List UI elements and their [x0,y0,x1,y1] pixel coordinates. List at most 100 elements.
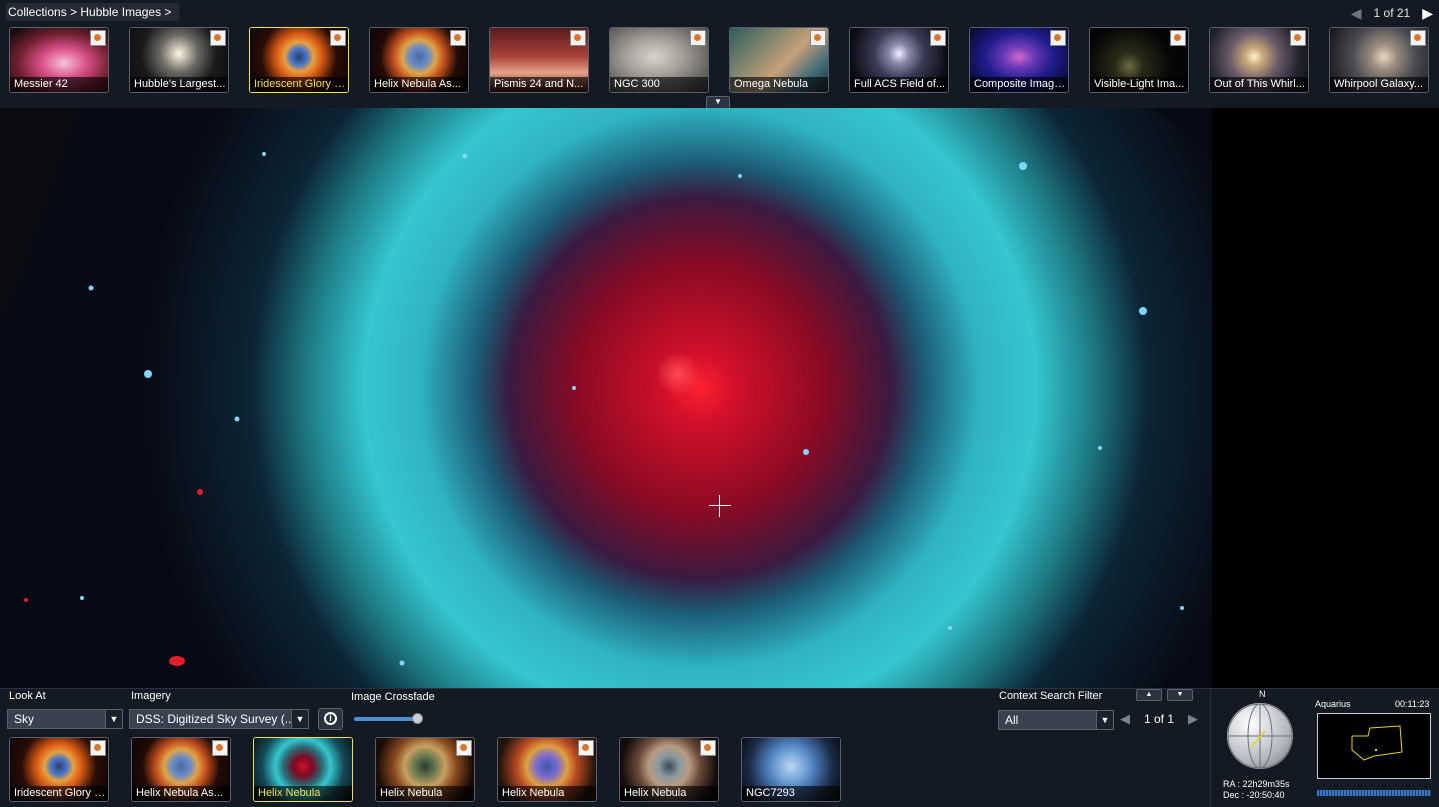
thumbnail-composite-image[interactable]: Composite Image... [969,27,1069,93]
context-thumbnail[interactable]: Helix Nebula [253,737,353,802]
context-thumbnail[interactable]: Iridescent Glory o... [9,737,109,802]
thumbnail-label: Iridescent Glory o... [10,786,108,801]
thumbnail-label: Hubble's Largest... [130,77,228,92]
image-icon [212,740,228,756]
context-thumbnail[interactable]: Helix Nebula [619,737,719,802]
thumbnail-label: Messier 42 [10,77,108,92]
crossfade-label: Image Crossfade [351,691,435,703]
thumbnail-messier-42[interactable]: Messier 42 [9,27,109,93]
crossfade-slider[interactable] [354,713,423,724]
slider-track [354,717,420,721]
crosshair-icon [709,495,731,517]
page-indicator: 1 of 21 [1373,6,1411,20]
chevron-down-icon: ▼ [1096,711,1113,729]
thumbnail-label: Helix Nebula [498,786,596,801]
thumbnail-label: Helix Nebula [620,786,718,801]
context-thumbnail-strip: Iridescent Glory o... Helix Nebula As...… [9,737,841,802]
thumbnail-hubbles-largest[interactable]: Hubble's Largest... [129,27,229,93]
image-icon [570,30,586,46]
context-panel: Look At Sky ▼ Imagery DSS: Digitized Sky… [0,688,1439,807]
thumbnail-label: Helix Nebula As... [132,786,230,801]
thumbnail-visible-light[interactable]: Visible-Light Ima... [1089,27,1189,93]
imagery-label: Imagery [131,690,171,702]
next-page-icon[interactable]: ▶ [1188,711,1198,727]
next-page-icon[interactable]: ▶ [1422,5,1433,22]
context-pager: ◀ 1 of 1 ▶ [1120,711,1198,727]
image-icon [330,30,346,46]
image-icon [700,740,716,756]
look-at-dropdown[interactable]: Sky ▼ [7,709,123,729]
constellation-name: Aquarius [1315,699,1351,709]
slider-knob[interactable] [412,713,423,724]
thumbnail-helix-nebula-as[interactable]: Helix Nebula As... [369,27,469,93]
thumbnail-label: Helix Nebula [254,786,352,801]
thumbnail-label: Helix Nebula [376,786,474,801]
look-at-label: Look At [9,690,46,702]
thumbnail-label: NGC 300 [610,77,708,92]
empty-sky-area [1212,108,1439,688]
thumbnail-pismis-24[interactable]: Pismis 24 and N... [489,27,589,93]
thumbnail-label: Visible-Light Ima... [1090,77,1188,92]
thumbnail-label: Pismis 24 and N... [490,77,588,92]
thumbnail-full-acs-field[interactable]: Full ACS Field of... [849,27,949,93]
collection-thumbnail-strip: Messier 42 Hubble's Largest... Iridescen… [9,27,1429,93]
chevron-down-icon: ▼ [105,710,122,728]
constellation-outline [1351,725,1403,761]
coordinates-readout: RA : 22h29m35s Dec : -20:50:40 [1223,779,1290,801]
thumbnail-label: Iridescent Glory o... [250,77,348,92]
image-icon [810,30,826,46]
info-icon: i [324,712,337,725]
thumbnail-whirpool-galaxy[interactable]: Whirpool Galaxy... [1329,27,1429,93]
thumbnail-label: NGC7293 [742,786,840,801]
image-icon [930,30,946,46]
thumbnail-label: Omega Nebula [730,77,828,92]
image-icon [90,30,106,46]
image-icon [578,740,594,756]
image-icon [210,30,226,46]
north-indicator: N [1259,689,1266,699]
thumbnail-label: Helix Nebula As... [370,77,468,92]
thumbnail-iridescent-glory[interactable]: Iridescent Glory o... [249,27,349,93]
scroll-down-button[interactable]: ▼ [1167,689,1193,701]
previous-page-icon[interactable]: ◀ [1351,5,1362,22]
chevron-down-icon: ▼ [291,710,308,728]
context-thumbnail[interactable]: Helix Nebula As... [131,737,231,802]
navigation-panel: N RA : 22h29m35s Dec : -20:50:40 Aquariu… [1210,689,1439,807]
ra-readout: RA : 22h29m35s [1223,779,1290,789]
image-icon [1170,30,1186,46]
imagery-dropdown[interactable]: DSS: Digitized Sky Survey (... ▼ [129,709,309,729]
scroll-up-button[interactable]: ▲ [1136,689,1162,701]
thumbnail-label: Out of This Whirl... [1210,77,1308,92]
thumbnail-out-of-this-whirl[interactable]: Out of This Whirl... [1209,27,1309,93]
image-icon [1410,30,1426,46]
thumbnail-ngc-300[interactable]: NGC 300 [609,27,709,93]
image-icon [1050,30,1066,46]
image-icon [1290,30,1306,46]
previous-page-icon[interactable]: ◀ [1120,711,1130,727]
constellation-minimap[interactable] [1317,713,1431,779]
image-icon [690,30,706,46]
thumbnail-label: Composite Image... [970,77,1068,92]
look-at-value: Sky [14,712,35,726]
context-thumbnail[interactable]: NGC7293 [741,737,841,802]
context-thumbnail[interactable]: Helix Nebula [497,737,597,802]
helix-nebula-image [0,108,1212,688]
collection-pager: ◀ 1 of 21 ▶ [1351,3,1433,23]
thumbnail-label: Whirpool Galaxy... [1330,77,1428,92]
globe-gridlines [1227,703,1293,769]
context-filter-dropdown[interactable]: All ▼ [998,710,1114,730]
sky-view[interactable] [0,108,1212,688]
imagery-value: DSS: Digitized Sky Survey (... [136,712,295,726]
breadcrumb[interactable]: Collections > Hubble Images > [6,3,180,21]
thumbnail-label: Full ACS Field of... [850,77,948,92]
context-thumbnail[interactable]: Helix Nebula [375,737,475,802]
context-filter-value: All [1005,713,1019,727]
context-page-indicator: 1 of 1 [1144,712,1175,726]
imagery-info-button[interactable]: i [318,708,343,730]
image-icon [450,30,466,46]
thumbnail-omega-nebula[interactable]: Omega Nebula [729,27,829,93]
globe-icon[interactable] [1227,703,1293,769]
collections-bar: Collections > Hubble Images > ◀ 1 of 21 … [0,0,1439,109]
clock-readout: 00:11:23 [1395,699,1430,709]
dec-readout: Dec : -20:50:40 [1223,790,1285,800]
